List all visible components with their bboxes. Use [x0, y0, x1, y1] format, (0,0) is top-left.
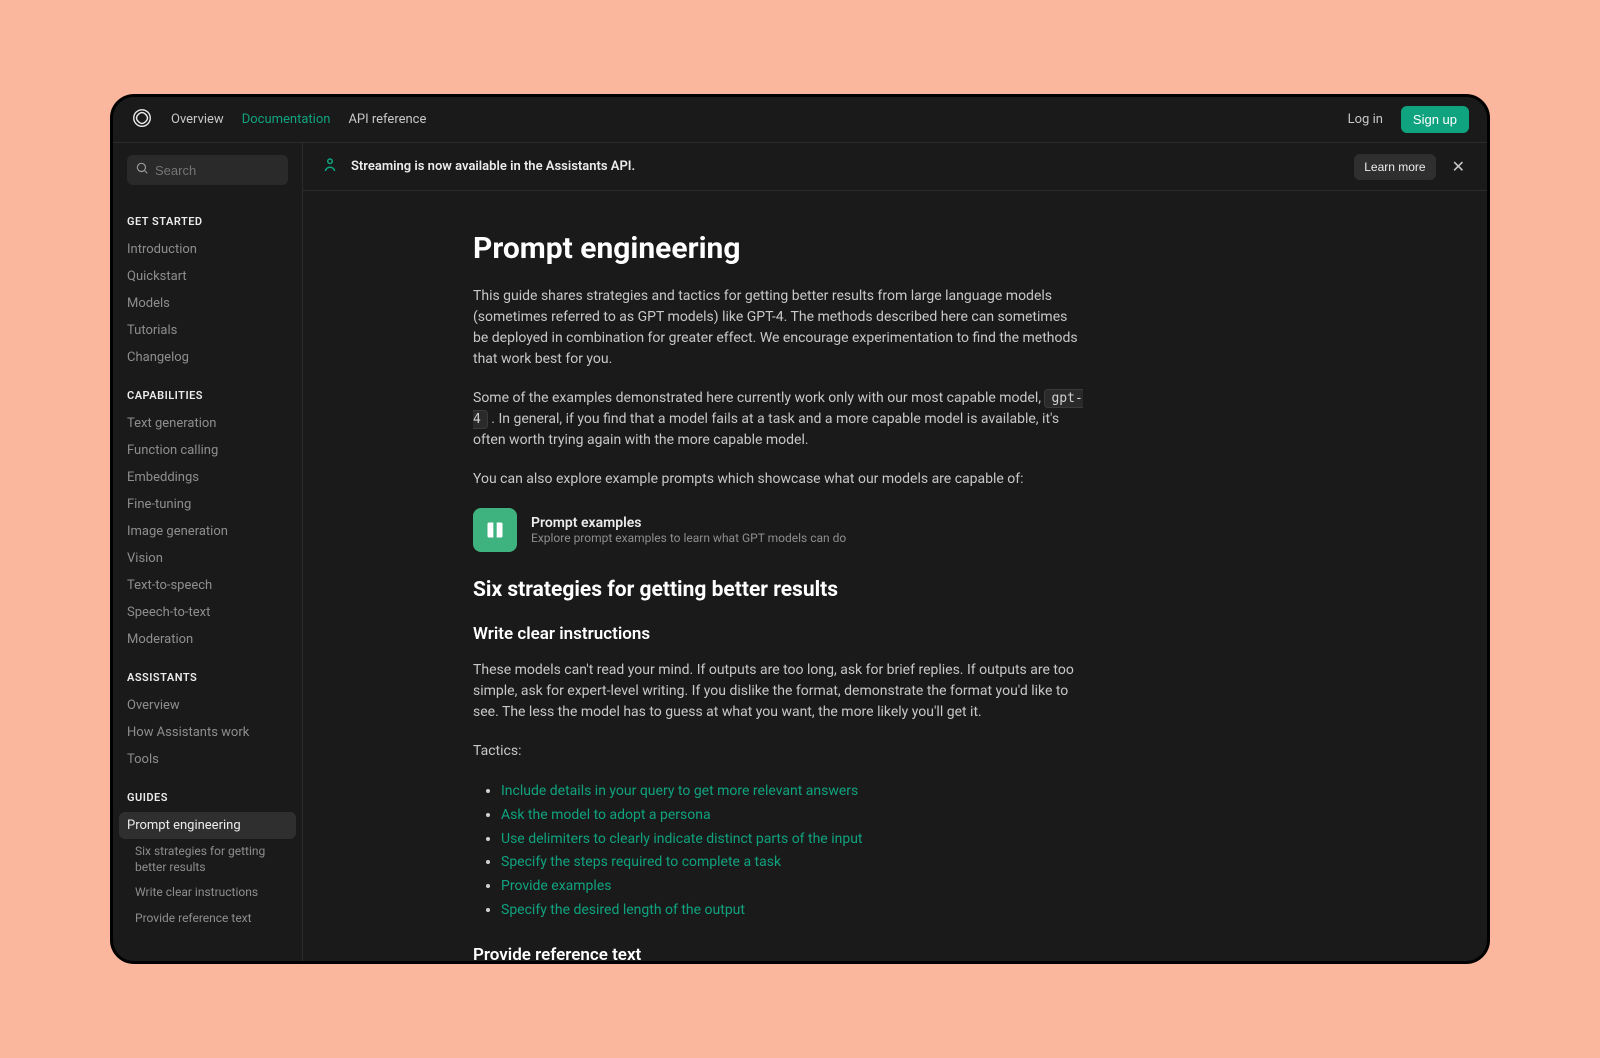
strategy-heading-provide-reference: Provide reference text	[473, 945, 1083, 961]
prompt-examples-card[interactable]: Prompt examples Explore prompt examples …	[473, 508, 1083, 552]
sidebar-item-tutorials[interactable]: Tutorials	[113, 317, 302, 344]
search-input[interactable]	[155, 163, 303, 178]
section-guides: GUIDES	[113, 773, 302, 812]
login-link[interactable]: Log in	[1348, 112, 1383, 127]
tactic-link[interactable]: Ask the model to adopt a persona	[501, 807, 711, 823]
tactic-link[interactable]: Specify the steps required to complete a…	[501, 854, 781, 870]
sidebar-item-tools[interactable]: Tools	[113, 746, 302, 773]
sidebar-item-changelog[interactable]: Changelog	[113, 344, 302, 371]
sidebar-item-fine-tuning[interactable]: Fine-tuning	[113, 491, 302, 518]
tactics-label: Tactics:	[473, 741, 1083, 762]
nav-api-reference[interactable]: API reference	[348, 112, 426, 127]
tactic-link[interactable]: Specify the desired length of the output	[501, 902, 745, 918]
logo-icon[interactable]	[131, 107, 153, 133]
sidebar-item-assistants-overview[interactable]: Overview	[113, 692, 302, 719]
sidebar-subitem-six-strategies[interactable]: Six strategies for getting better result…	[113, 839, 302, 880]
sidebar-item-quickstart[interactable]: Quickstart	[113, 263, 302, 290]
search-box[interactable]: ⌘ K	[127, 155, 288, 185]
sidebar-item-moderation[interactable]: Moderation	[113, 626, 302, 653]
sidebar-item-vision[interactable]: Vision	[113, 545, 302, 572]
tactic-link[interactable]: Include details in your query to get mor…	[501, 783, 858, 799]
sidebar-item-prompt-engineering[interactable]: Prompt engineering	[119, 812, 296, 839]
announcement-banner: Streaming is now available in the Assist…	[303, 143, 1487, 191]
top-nav-links: Overview Documentation API reference	[171, 112, 426, 127]
intro-paragraph-2: Some of the examples demonstrated here c…	[473, 388, 1083, 451]
tactics-list: Include details in your query to get mor…	[473, 780, 1083, 923]
card-title: Prompt examples	[531, 515, 846, 531]
sidebar-item-speech-to-text[interactable]: Speech-to-text	[113, 599, 302, 626]
sidebar-item-text-generation[interactable]: Text generation	[113, 410, 302, 437]
nav-overview[interactable]: Overview	[171, 112, 224, 127]
sidebar-subitem-write-clear[interactable]: Write clear instructions	[113, 880, 302, 906]
intro-paragraph-3: You can also explore example prompts whi…	[473, 469, 1083, 490]
tactic-link[interactable]: Use delimiters to clearly indicate disti…	[501, 831, 863, 847]
top-nav: Overview Documentation API reference Log…	[113, 97, 1487, 143]
learn-more-button[interactable]: Learn more	[1354, 154, 1435, 180]
sidebar-item-embeddings[interactable]: Embeddings	[113, 464, 302, 491]
intro-paragraph-1: This guide shares strategies and tactics…	[473, 286, 1083, 370]
banner-text: Streaming is now available in the Assist…	[351, 159, 1342, 174]
nav-documentation[interactable]: Documentation	[242, 112, 331, 127]
search-icon	[135, 161, 149, 179]
sidebar-item-image-generation[interactable]: Image generation	[113, 518, 302, 545]
close-icon[interactable]: ✕	[1448, 153, 1469, 180]
section-assistants: ASSISTANTS	[113, 653, 302, 692]
sidebar-item-function-calling[interactable]: Function calling	[113, 437, 302, 464]
sidebar-item-introduction[interactable]: Introduction	[113, 236, 302, 263]
section-get-started: GET STARTED	[113, 197, 302, 236]
main-content: Streaming is now available in the Assist…	[303, 143, 1487, 961]
assistant-icon	[321, 156, 339, 178]
sidebar-item-text-to-speech[interactable]: Text-to-speech	[113, 572, 302, 599]
book-icon	[473, 508, 517, 552]
card-subtitle: Explore prompt examples to learn what GP…	[531, 531, 846, 545]
page-title: Prompt engineering	[473, 231, 1083, 266]
app-window: Overview Documentation API reference Log…	[110, 94, 1490, 964]
sidebar-subitem-provide-reference[interactable]: Provide reference text	[113, 906, 302, 932]
section-capabilities: CAPABILITIES	[113, 371, 302, 410]
section-heading-six-strategies: Six strategies for getting better result…	[473, 578, 1083, 602]
tactic-link[interactable]: Provide examples	[501, 878, 611, 894]
sidebar-item-models[interactable]: Models	[113, 290, 302, 317]
sidebar-item-how-assistants-work[interactable]: How Assistants work	[113, 719, 302, 746]
signup-button[interactable]: Sign up	[1401, 106, 1469, 133]
sidebar: ⌘ K GET STARTED Introduction Quickstart …	[113, 143, 303, 961]
strategy-heading-write-clear: Write clear instructions	[473, 624, 1083, 644]
strategy-body-write-clear: These models can't read your mind. If ou…	[473, 660, 1083, 723]
